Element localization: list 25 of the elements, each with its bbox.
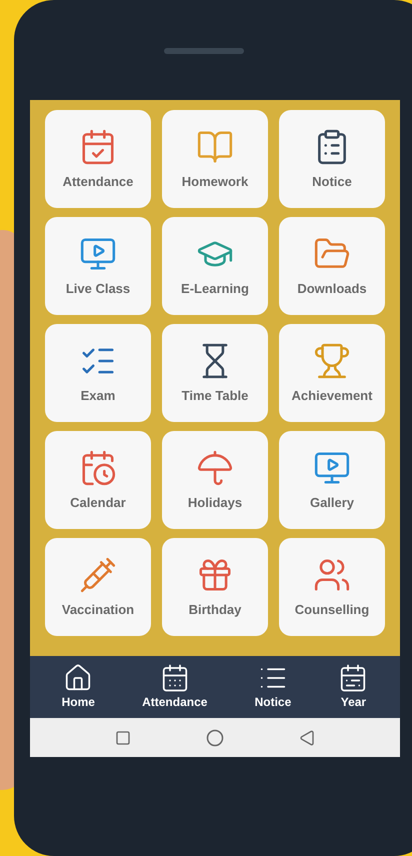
nav-item[interactable]: Year <box>338 663 368 711</box>
trophy-icon <box>313 342 351 380</box>
home-button-icon[interactable] <box>206 728 224 746</box>
menu-tile[interactable]: Homework <box>162 110 268 208</box>
back-icon[interactable] <box>298 730 315 746</box>
nav-item[interactable]: Notice <box>254 663 292 711</box>
menu-tile[interactable]: Achievement <box>279 324 385 422</box>
menu-tile[interactable]: Vaccination <box>45 538 151 636</box>
beach-umbrella-icon <box>196 448 234 487</box>
menu-tile[interactable]: Birthday <box>162 538 268 636</box>
menu-tile[interactable]: Calendar <box>45 431 151 529</box>
menu-tile[interactable]: Attendance <box>45 110 151 208</box>
nav-item[interactable]: Home <box>62 663 95 711</box>
menu-tile[interactable]: Counselling <box>279 538 385 636</box>
menu-tile[interactable]: Exam <box>45 324 151 422</box>
nav-item[interactable]: Attendance <box>142 663 208 711</box>
menu-tile[interactable]: E-Learning <box>162 217 268 315</box>
menu-tile[interactable]: Holidays <box>162 431 268 529</box>
menu-tile[interactable]: Downloads <box>279 217 385 315</box>
menu-tile[interactable]: Gallery <box>279 431 385 529</box>
menu-tile[interactable]: Live Class <box>45 217 151 315</box>
syringe-icon <box>79 556 117 594</box>
menu-tile[interactable]: Time Table <box>162 324 268 422</box>
recent-apps-icon[interactable] <box>115 730 132 746</box>
menu-tile[interactable]: Notice <box>279 110 385 208</box>
